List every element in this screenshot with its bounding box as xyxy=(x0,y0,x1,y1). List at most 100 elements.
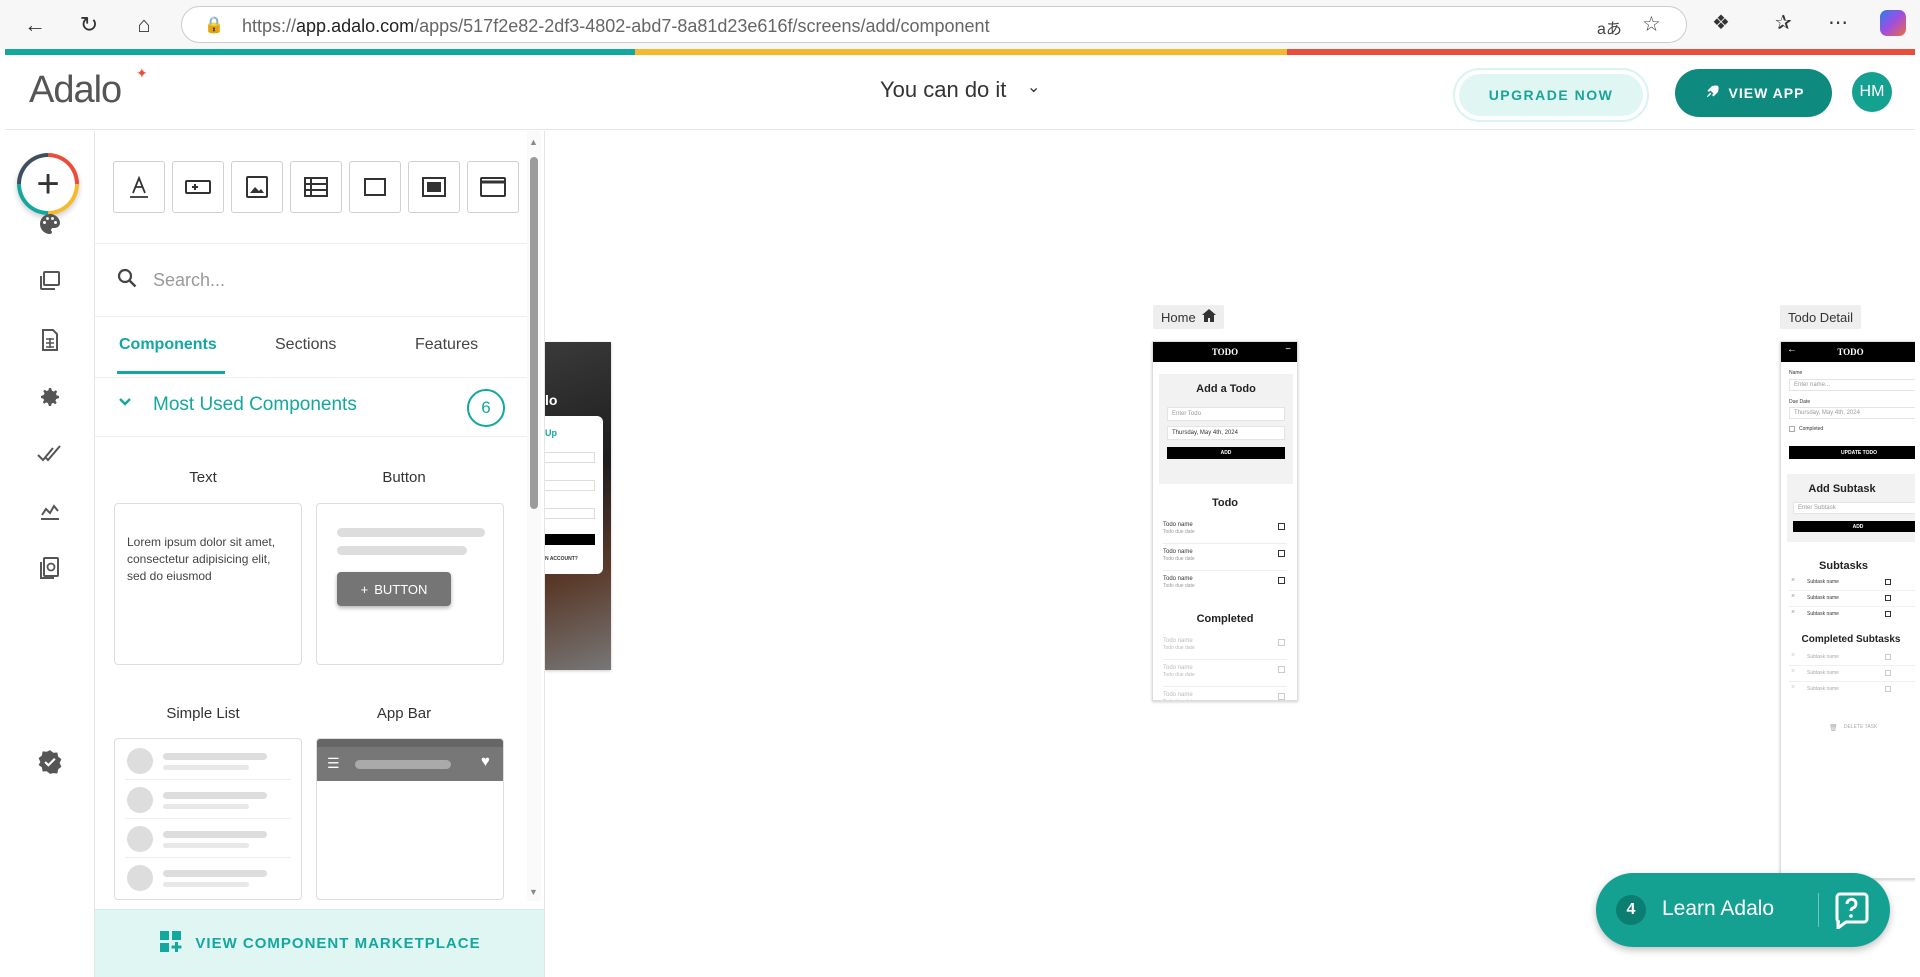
home-screen-preview[interactable]: TODO − Add a Todo Enter Todo Thursday, M… xyxy=(1152,341,1298,701)
placeholder-line xyxy=(163,792,267,799)
checkbox-icon xyxy=(1278,550,1285,557)
browser-toolbar: ← ↻ ⌂ 🔒 https://app.adalo.com/apps/517f2… xyxy=(0,0,1920,49)
screen-label-todo-detail[interactable]: Todo Detail xyxy=(1780,305,1862,329)
subtask-row: × Subtask name xyxy=(1789,651,1915,666)
card-title: Add Subtask xyxy=(1808,483,1876,495)
divider xyxy=(125,818,291,819)
partial-title: lo xyxy=(545,392,558,408)
subtask-row: × Subtask name xyxy=(1789,592,1915,607)
app-header: Adalo ✦ You can do it ⌄ UPGRADE NOW VIEW… xyxy=(5,55,1915,130)
back-arrow-icon[interactable]: ← xyxy=(20,10,50,40)
favorite-star-icon[interactable]: ☆ xyxy=(1642,12,1661,37)
section-title: Most Used Components xyxy=(153,394,357,415)
name-label: Name xyxy=(1789,370,1803,376)
component-card-simple-list[interactable] xyxy=(114,738,302,900)
date-input: Thursday, May 4th, 2024 xyxy=(1167,426,1285,440)
screen-label-home[interactable]: Home xyxy=(1153,305,1224,329)
lock-icon: 🔒 xyxy=(204,17,224,34)
screens-canvas[interactable]: lo Up N ACCOUNT? Home TODO − Add a Todo … xyxy=(545,131,1915,977)
scroll-up-icon[interactable]: ▲ xyxy=(529,137,538,147)
url-text: https://app.adalo.com/apps/517f2e82-2df3… xyxy=(242,16,990,36)
checkbox-icon xyxy=(1885,579,1891,585)
reload-icon[interactable]: ↻ xyxy=(74,10,104,40)
completed-label: Completed xyxy=(1799,426,1824,432)
home-icon xyxy=(1201,309,1216,325)
publish-icon[interactable] xyxy=(37,555,63,581)
database-icon[interactable] xyxy=(37,327,63,353)
text-tool-icon[interactable] xyxy=(113,161,165,213)
image-tool-icon[interactable] xyxy=(231,161,283,213)
button-tool-icon[interactable] xyxy=(172,161,224,213)
component-label-simple-list: Simple List xyxy=(166,705,240,722)
address-bar[interactable]: 🔒 https://app.adalo.com/apps/517f2e82-2d… xyxy=(181,6,1687,43)
extensions-icon[interactable]: ❖ xyxy=(1712,10,1730,35)
due-date-input: Thursday, May 4th, 2024 xyxy=(1789,407,1915,419)
placeholder-line xyxy=(337,546,467,555)
close-icon: × xyxy=(1791,668,1796,675)
section-count-badge: 6 xyxy=(467,389,505,427)
tab-components[interactable]: Components xyxy=(119,336,217,354)
view-app-button[interactable]: VIEW APP xyxy=(1675,69,1832,117)
field-placeholder xyxy=(545,480,595,491)
view-component-marketplace-button[interactable]: VIEW COMPONENT MARKETPLACE xyxy=(95,909,544,977)
todo-row: Todo name Todo due date xyxy=(1163,518,1287,544)
field-placeholder xyxy=(545,452,595,463)
placeholder-line xyxy=(337,528,485,537)
adalo-logo[interactable]: Adalo xyxy=(29,69,122,112)
upgrade-now-button[interactable]: UPGRADE NOW xyxy=(1453,68,1649,122)
close-icon: × xyxy=(1791,609,1796,616)
active-tab-indicator xyxy=(117,371,225,374)
verified-badge-icon[interactable] xyxy=(37,749,63,775)
analytics-icon[interactable] xyxy=(37,498,63,524)
todo-detail-screen-preview[interactable]: ← TODO Name Enter name... Due Date Thurs… xyxy=(1780,341,1915,879)
tab-features[interactable]: Features xyxy=(415,336,478,354)
completed-subtasks-title: Completed Subtasks xyxy=(1801,634,1901,645)
add-component-button[interactable]: + xyxy=(17,153,79,215)
tab-sections[interactable]: Sections xyxy=(275,336,336,354)
panel-scrollbar[interactable]: ▲ ▼ xyxy=(527,131,541,901)
chevron-down-icon[interactable]: ⌄ xyxy=(1027,77,1040,97)
palette-icon[interactable] xyxy=(37,211,63,237)
user-avatar[interactable]: HM xyxy=(1852,72,1892,112)
webview-tool-icon[interactable] xyxy=(467,161,519,213)
read-aloud-icon[interactable]: aあ xyxy=(1597,15,1622,39)
search-icon xyxy=(117,268,137,294)
rectangle-tool-icon[interactable] xyxy=(349,161,401,213)
component-card-button[interactable]: + BUTTON xyxy=(316,503,504,665)
most-used-section-header[interactable]: Most Used Components 6 xyxy=(95,377,527,437)
copilot-icon[interactable] xyxy=(1880,10,1906,36)
screen-header: ← TODO xyxy=(1781,342,1915,362)
field-placeholder xyxy=(545,508,595,519)
learn-adalo-button[interactable]: 4 Learn Adalo xyxy=(1596,873,1890,947)
gear-icon[interactable] xyxy=(37,384,63,410)
placeholder-line xyxy=(355,760,451,769)
search-input[interactable] xyxy=(153,264,493,296)
checkbox-icon xyxy=(1789,426,1795,432)
account-link: N ACCOUNT? xyxy=(545,556,578,562)
completed-row: Todo nameTodo due date xyxy=(1163,688,1287,700)
list-tool-icon[interactable] xyxy=(290,161,342,213)
divider xyxy=(125,779,291,780)
scroll-thumb[interactable] xyxy=(530,157,538,509)
favorites-icon[interactable]: ✰ xyxy=(1775,10,1792,35)
partial-login-screen[interactable]: lo Up N ACCOUNT? xyxy=(545,342,611,670)
screens-icon[interactable] xyxy=(37,268,63,294)
todo-row: Todo name Todo due date xyxy=(1163,572,1287,598)
home-icon[interactable]: ⌂ xyxy=(129,10,159,40)
more-icon[interactable]: ⋯ xyxy=(1828,10,1848,35)
search-row xyxy=(95,243,527,317)
form-tool-icon[interactable] xyxy=(408,161,460,213)
help-chat-icon[interactable] xyxy=(1832,891,1870,931)
submit-button-preview xyxy=(545,534,595,545)
add-todo-card: Add a Todo Enter Todo Thursday, May 4th,… xyxy=(1159,374,1293,484)
double-check-icon[interactable] xyxy=(37,441,63,467)
component-card-app-bar[interactable]: ☰ ♥ xyxy=(316,738,504,900)
component-card-text[interactable]: Lorem ipsum dolor sit amet, consectetur … xyxy=(114,503,302,665)
button-preview: + BUTTON xyxy=(337,572,451,606)
scroll-down-icon[interactable]: ▼ xyxy=(529,887,538,897)
todo-section-title: Todo xyxy=(1211,497,1239,509)
learn-count-badge: 4 xyxy=(1616,895,1646,925)
checkbox-icon xyxy=(1885,611,1891,617)
learn-adalo-label: Learn Adalo xyxy=(1662,897,1775,920)
app-name[interactable]: You can do it xyxy=(880,77,1006,103)
